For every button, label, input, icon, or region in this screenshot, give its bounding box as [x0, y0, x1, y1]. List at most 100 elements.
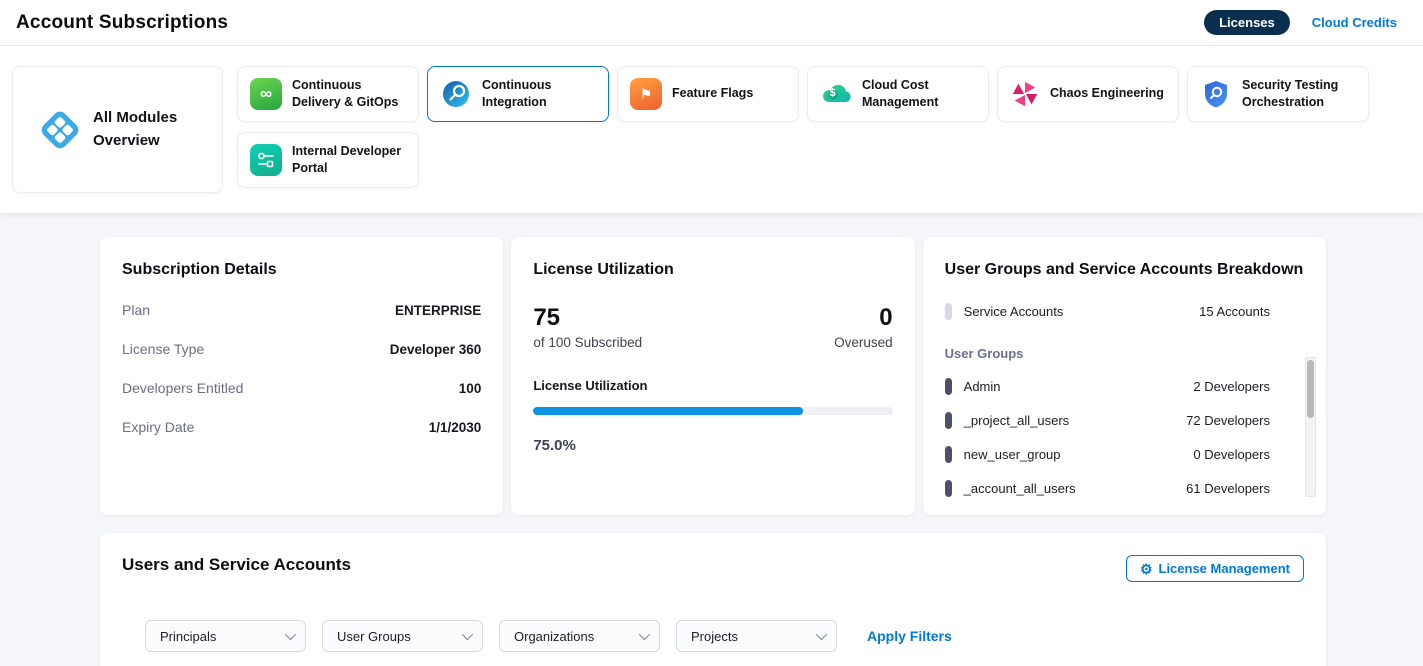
module-selector-band: All Modules Overview ∞ Continuous Delive… [0, 46, 1423, 213]
detail-value: 100 [459, 381, 482, 396]
detail-value: ENTERPRISE [395, 303, 481, 318]
overused-label: Overused [834, 335, 893, 350]
service-accounts-row: Service Accounts 15 Accounts [945, 303, 1304, 320]
group-name: _project_all_users [964, 413, 1070, 428]
license-utilization-card: License Utilization 75 of 100 Subscribed… [511, 237, 914, 515]
select-label: Projects [691, 629, 738, 644]
tile-continuous-integration[interactable]: Continuous Integration [427, 66, 609, 122]
overused-block: 0 Overused [834, 305, 893, 350]
chevron-down-icon [816, 629, 827, 640]
user-groups-list: Admin 2 Developers _project_all_users 72… [945, 378, 1304, 497]
gear-icon: ⚙ [1140, 562, 1153, 576]
user-group-row: _account_all_users 61 Developers [945, 480, 1304, 497]
usage-numbers: 75 of 100 Subscribed 0 Overused [533, 305, 892, 350]
detail-label: Developers Entitled [122, 380, 243, 396]
tile-all-modules-overview[interactable]: All Modules Overview [12, 66, 223, 193]
group-bullet [945, 378, 952, 395]
service-accounts-value: 15 Accounts [1199, 304, 1270, 319]
utilization-bar-track [533, 407, 892, 415]
group-bullet [945, 446, 952, 463]
all-modules-icon [37, 107, 83, 153]
tab-licenses[interactable]: Licenses [1204, 10, 1290, 35]
group-value: 61 Developers [1186, 481, 1270, 496]
chevron-down-icon [285, 629, 296, 640]
tile-internal-developer-portal[interactable]: Internal Developer Portal [237, 132, 419, 188]
apply-filters-link[interactable]: Apply Filters [867, 628, 952, 644]
tab-cloud-credits[interactable]: Cloud Credits [1312, 15, 1397, 30]
tile-label: Security Testing Orchestration [1242, 77, 1358, 112]
organizations-select[interactable]: Organizations [499, 620, 660, 652]
chaos-engineering-icon [1010, 79, 1040, 109]
group-value: 2 Developers [1193, 379, 1270, 394]
detail-label: License Type [122, 341, 204, 357]
subscription-details-card: Subscription Details Plan ENTERPRISE Lic… [100, 237, 503, 515]
service-accounts-bullet [945, 303, 952, 320]
license-management-label: License Management [1159, 561, 1291, 576]
select-label: Organizations [514, 629, 594, 644]
breakdown-card: User Groups and Service Accounts Breakdo… [923, 237, 1326, 515]
tile-label: Continuous Delivery & GitOps [292, 77, 408, 112]
breakdown-scrollbar-thumb[interactable] [1307, 360, 1314, 418]
breakdown-scrollbar-track[interactable] [1305, 357, 1316, 497]
tile-continuous-delivery[interactable]: ∞ Continuous Delivery & GitOps [237, 66, 419, 122]
user-group-row: _project_all_users 72 Developers [945, 412, 1304, 429]
feature-flags-icon: ⚑ [630, 78, 662, 110]
overused-count: 0 [834, 305, 893, 331]
tile-chaos-engineering[interactable]: Chaos Engineering [997, 66, 1179, 122]
detail-row-plan: Plan ENTERPRISE [122, 302, 481, 318]
used-count: 75 [533, 305, 642, 331]
tile-label: Feature Flags [672, 85, 753, 103]
detail-label: Plan [122, 302, 150, 318]
tile-label: Continuous Integration [482, 77, 598, 112]
license-utilization-title: License Utilization [533, 261, 892, 279]
utilization-bar-label: License Utilization [533, 378, 892, 393]
module-tiles: ∞ Continuous Delivery & GitOps [237, 66, 1369, 193]
detail-label: Expiry Date [122, 419, 194, 435]
users-section-title: Users and Service Accounts [122, 555, 351, 575]
user-group-row: new_user_group 0 Developers [945, 446, 1304, 463]
group-value: 0 Developers [1193, 447, 1270, 462]
used-block: 75 of 100 Subscribed [533, 305, 642, 350]
license-management-button[interactable]: ⚙ License Management [1126, 555, 1304, 582]
breakdown-title: User Groups and Service Accounts Breakdo… [945, 261, 1304, 279]
summary-cards-row: Subscription Details Plan ENTERPRISE Lic… [100, 237, 1326, 515]
tile-label: Internal Developer Portal [292, 143, 408, 178]
cloud-cost-icon: $ [820, 78, 852, 110]
users-section-header: Users and Service Accounts ⚙ License Man… [122, 555, 1304, 582]
group-name: Admin [964, 379, 1001, 394]
users-service-accounts-card: Users and Service Accounts ⚙ License Man… [100, 533, 1326, 666]
module-tiles-row-2: Internal Developer Portal [237, 132, 1369, 188]
header-tabs: Licenses Cloud Credits [1204, 10, 1397, 35]
group-name: _account_all_users [964, 481, 1076, 496]
subscription-details-title: Subscription Details [122, 261, 481, 279]
tile-security-testing[interactable]: Security Testing Orchestration [1187, 66, 1369, 122]
dollar-glyph: $ [830, 87, 836, 99]
chevron-down-icon [639, 629, 650, 640]
continuous-delivery-icon: ∞ [250, 78, 282, 110]
continuous-integration-icon [440, 78, 472, 110]
chevron-down-icon [462, 629, 473, 640]
user-group-row: Admin 2 Developers [945, 378, 1304, 395]
projects-select[interactable]: Projects [676, 620, 837, 652]
all-modules-overview-label: All Modules Overview [93, 107, 208, 152]
tile-label: Cloud Cost Management [862, 77, 978, 112]
group-name: new_user_group [964, 447, 1061, 462]
user-groups-select[interactable]: User Groups [322, 620, 483, 652]
detail-value: 1/1/2030 [429, 420, 482, 435]
security-testing-icon [1200, 78, 1232, 110]
utilization-bar-fill [533, 407, 802, 415]
tile-cloud-cost-management[interactable]: $ Cloud Cost Management [807, 66, 989, 122]
detail-row-license-type: License Type Developer 360 [122, 341, 481, 357]
page-title: Account Subscriptions [16, 12, 228, 34]
principals-select[interactable]: Principals [145, 620, 306, 652]
utilization-percent: 75.0% [533, 437, 892, 454]
detail-row-developers-entitled: Developers Entitled 100 [122, 380, 481, 396]
filters-row: Principals User Groups Organizations Pro… [145, 620, 1304, 652]
select-label: User Groups [337, 629, 411, 644]
tile-feature-flags[interactable]: ⚑ Feature Flags [617, 66, 799, 122]
select-label: Principals [160, 629, 216, 644]
tile-label: Chaos Engineering [1050, 85, 1164, 103]
internal-developer-portal-icon [250, 144, 282, 176]
detail-value: Developer 360 [390, 342, 482, 357]
page: Account Subscriptions Licenses Cloud Cre… [0, 0, 1423, 666]
